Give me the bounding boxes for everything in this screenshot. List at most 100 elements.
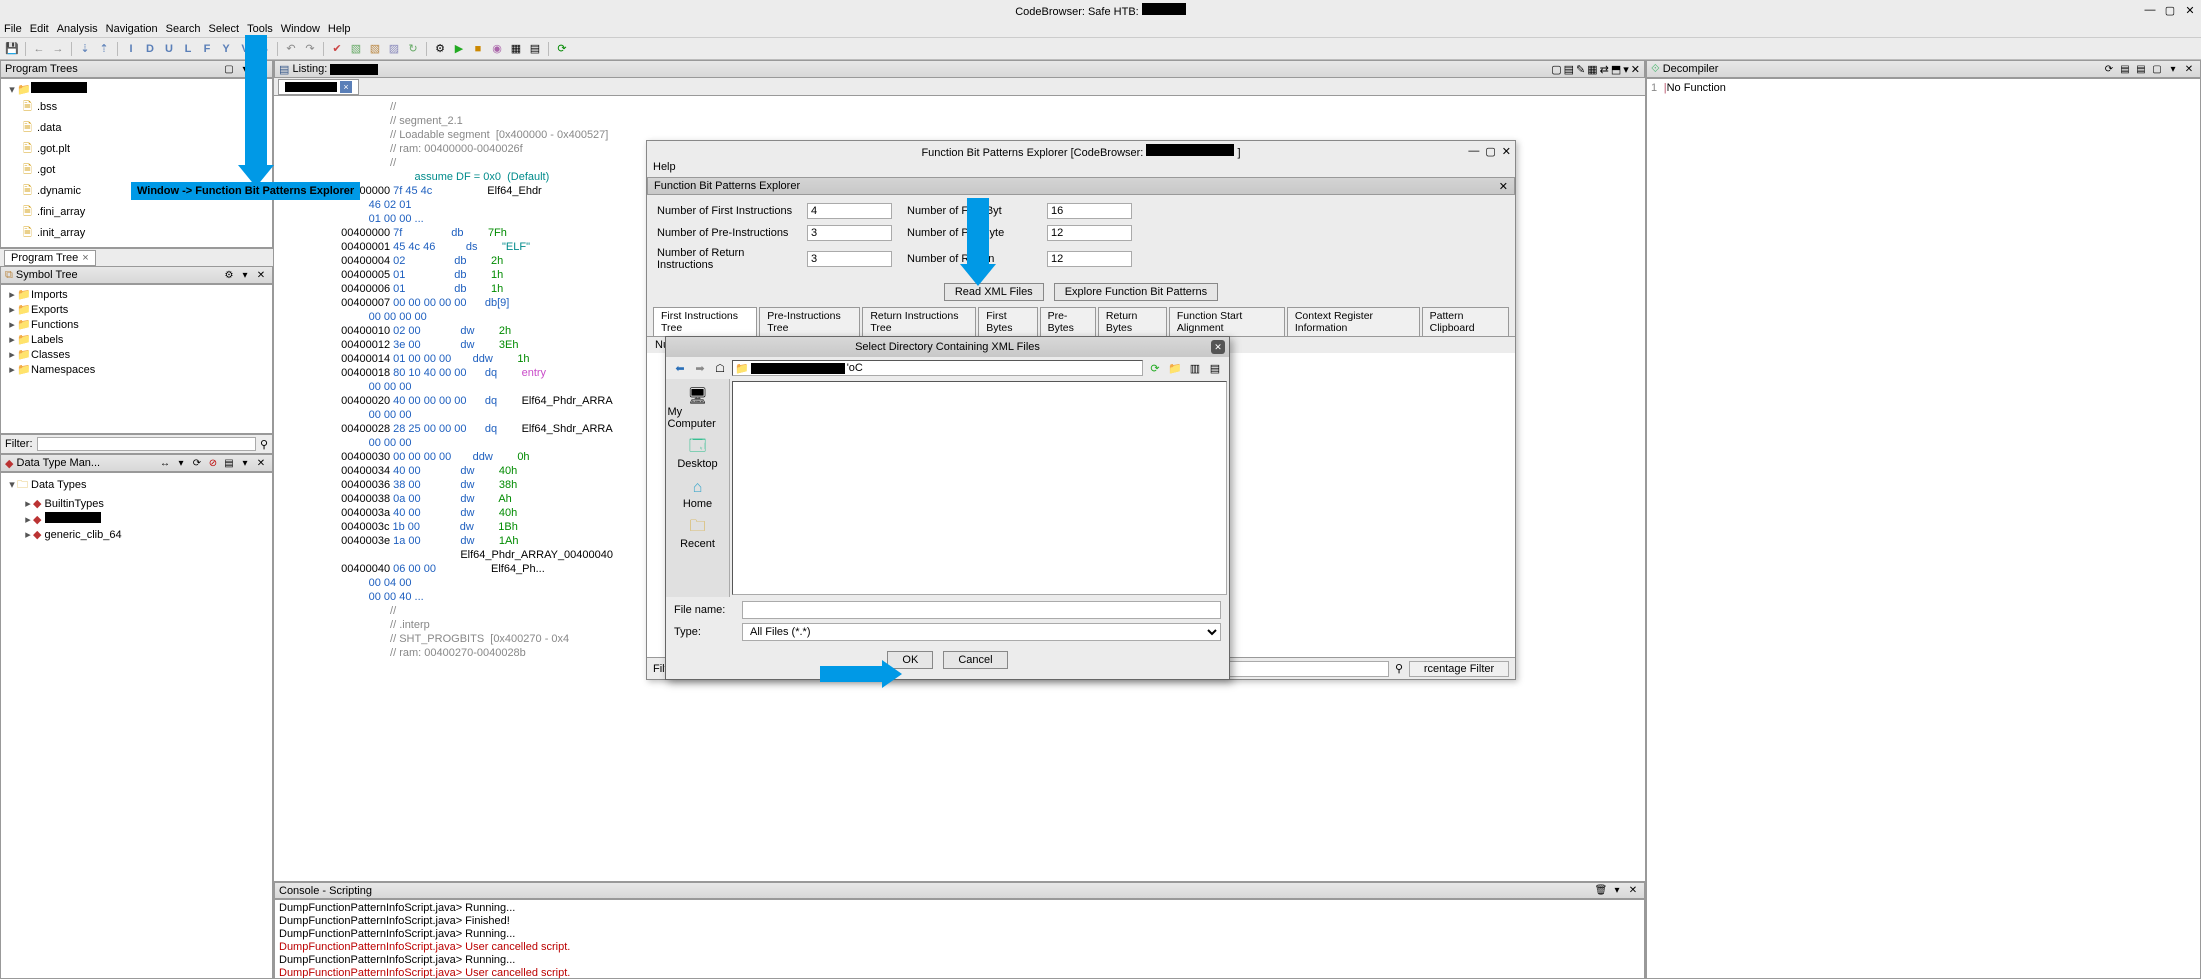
- menu-search[interactable]: Search: [166, 23, 201, 35]
- panel-icon[interactable]: ▾: [174, 456, 188, 470]
- tool-icon[interactable]: ⟳: [554, 41, 570, 57]
- toolbar-icon[interactable]: ▤: [1564, 63, 1574, 76]
- fbp-tab[interactable]: Pre-Bytes: [1040, 307, 1096, 336]
- console-area[interactable]: DumpFunctionPatternInfoScript.java> Runn…: [274, 899, 1645, 979]
- fbp-tab[interactable]: Return Bytes: [1098, 307, 1167, 336]
- panel-icon[interactable]: 🗑: [1594, 884, 1608, 898]
- tree-item[interactable]: Data Types: [31, 479, 86, 491]
- tree-item[interactable]: BuiltinTypes: [45, 498, 104, 510]
- nav-icon[interactable]: ⇡: [96, 41, 112, 57]
- menu-tools[interactable]: Tools: [247, 23, 273, 35]
- letter-f-icon[interactable]: F: [199, 41, 215, 57]
- new-folder-icon[interactable]: 📁: [1167, 360, 1183, 376]
- fbp-tab[interactable]: First Bytes: [978, 307, 1037, 336]
- forward-icon[interactable]: →: [50, 41, 66, 57]
- cursor-icon[interactable]: ✎: [1576, 63, 1585, 76]
- refresh-icon[interactable]: ⟳: [2102, 62, 2116, 76]
- tree-item[interactable]: Namespaces: [31, 364, 95, 376]
- tool-icon[interactable]: ◉: [489, 41, 505, 57]
- dialog-close-icon[interactable]: ✕: [1211, 340, 1225, 354]
- tree-item[interactable]: Functions: [31, 319, 79, 331]
- letter-u-icon[interactable]: U: [161, 41, 177, 57]
- letter-y-icon[interactable]: Y: [218, 41, 234, 57]
- program-tree[interactable]: ▾📁 🗎.bss 🗎.data 🗎.got.plt 🗎.got 🗎.dynami…: [0, 78, 273, 248]
- panel-close-icon[interactable]: ✕: [254, 268, 268, 282]
- tree-item[interactable]: .bss: [37, 101, 57, 113]
- toolbar-icon[interactable]: ▢: [1551, 63, 1561, 76]
- fbp-help-menu[interactable]: Help: [653, 161, 676, 173]
- input-nfi[interactable]: [807, 203, 892, 219]
- stop-icon[interactable]: ■: [470, 41, 486, 57]
- panel-icon[interactable]: ▤: [2118, 62, 2132, 76]
- tree-item[interactable]: Labels: [31, 334, 63, 346]
- panel-icon[interactable]: ▤: [222, 456, 236, 470]
- window-close-icon[interactable]: ✕: [1502, 145, 1511, 158]
- toolbar-icon[interactable]: ⇄: [1600, 63, 1609, 76]
- back-icon[interactable]: ←: [31, 41, 47, 57]
- fbp-tab[interactable]: First Instructions Tree: [653, 307, 757, 336]
- window-close-icon[interactable]: ✕: [2183, 3, 2197, 17]
- file-list[interactable]: [732, 381, 1227, 595]
- place-desktop[interactable]: 🗔Desktop: [668, 435, 728, 473]
- input-nfb[interactable]: [1047, 203, 1132, 219]
- input-npb[interactable]: [1047, 225, 1132, 241]
- fbp-pct-filter-button[interactable]: rcentage Filter: [1409, 661, 1509, 677]
- tool-icon[interactable]: ▤: [527, 41, 543, 57]
- toolbar-icon[interactable]: ▦: [1587, 63, 1597, 76]
- place-my-computer[interactable]: 🖥My Computer: [668, 383, 728, 433]
- redo-icon[interactable]: ↷: [302, 41, 318, 57]
- fbp-tab[interactable]: Context Register Information: [1287, 307, 1420, 336]
- input-nrb[interactable]: [1047, 251, 1132, 267]
- menu-file[interactable]: File: [4, 23, 22, 35]
- explore-fbp-button[interactable]: Explore Function Bit Patterns: [1054, 283, 1218, 301]
- cancel-button[interactable]: Cancel: [943, 651, 1007, 669]
- fbp-tab[interactable]: Function Start Alignment: [1169, 307, 1285, 336]
- panel-icon[interactable]: ↔: [158, 456, 172, 470]
- box-icon[interactable]: ▧: [367, 41, 383, 57]
- tree-item[interactable]: Exports: [31, 304, 68, 316]
- fbp-tab[interactable]: Pattern Clipboard: [1422, 307, 1509, 336]
- nav-fwd-icon[interactable]: ➡: [692, 360, 708, 376]
- list-view-icon[interactable]: ▥: [1187, 360, 1203, 376]
- undo-icon[interactable]: ↶: [283, 41, 299, 57]
- panel-icon[interactable]: ▤: [2134, 62, 2148, 76]
- tree-item[interactable]: .got.plt: [37, 143, 70, 155]
- window-minimize-icon[interactable]: —: [2143, 3, 2157, 17]
- toolbar-icon[interactable]: ⬒: [1611, 63, 1621, 76]
- filename-input[interactable]: [742, 601, 1221, 619]
- tree-item[interactable]: Imports: [31, 289, 68, 301]
- panel-close-icon[interactable]: ✕: [254, 456, 268, 470]
- panel-icon[interactable]: ▾: [1610, 884, 1624, 898]
- panel-close-icon[interactable]: ✕: [1626, 884, 1640, 898]
- data-type-tree[interactable]: ▾🗀Data Types ▸◆ BuiltinTypes ▸◆ ▸◆ gener…: [0, 472, 273, 979]
- refresh-icon[interactable]: ⟳: [1147, 360, 1163, 376]
- tree-item[interactable]: .init_array: [37, 227, 85, 239]
- nav-up-icon[interactable]: ☖: [712, 360, 728, 376]
- filter-settings-icon[interactable]: ⚲: [1395, 662, 1403, 675]
- path-input[interactable]: 📁 'oC: [732, 360, 1143, 376]
- panel-icon[interactable]: ▢: [222, 62, 236, 76]
- panel-icon[interactable]: ⊘: [206, 456, 220, 470]
- tool-icon[interactable]: ▦: [508, 41, 524, 57]
- menu-select[interactable]: Select: [209, 23, 240, 35]
- tab-close-icon[interactable]: ×: [82, 252, 88, 264]
- panel-icon[interactable]: ⚙: [222, 268, 236, 282]
- box-icon[interactable]: ▨: [386, 41, 402, 57]
- tree-item[interactable]: .got: [37, 164, 55, 176]
- tree-item[interactable]: Classes: [31, 349, 70, 361]
- panel-icon[interactable]: ▾: [2166, 62, 2180, 76]
- window-maximize-icon[interactable]: ▢: [2163, 3, 2177, 17]
- tab-close-icon[interactable]: ×: [340, 81, 352, 93]
- place-recent[interactable]: 🗀Recent: [668, 515, 728, 553]
- tree-item[interactable]: .data: [37, 122, 61, 134]
- letter-i-icon[interactable]: I: [123, 41, 139, 57]
- box-icon[interactable]: ▧: [348, 41, 364, 57]
- tree-item[interactable]: generic_clib_64: [45, 529, 122, 541]
- fbp-tab[interactable]: Pre-Instructions Tree: [759, 307, 860, 336]
- listing-tab[interactable]: ×: [278, 79, 359, 95]
- panel-close-icon[interactable]: ✕: [1631, 63, 1640, 76]
- letter-l-icon[interactable]: L: [180, 41, 196, 57]
- program-tree-tab[interactable]: Program Tree×: [4, 250, 96, 266]
- check-icon[interactable]: ✔: [329, 41, 345, 57]
- tool-icon[interactable]: ⚙: [432, 41, 448, 57]
